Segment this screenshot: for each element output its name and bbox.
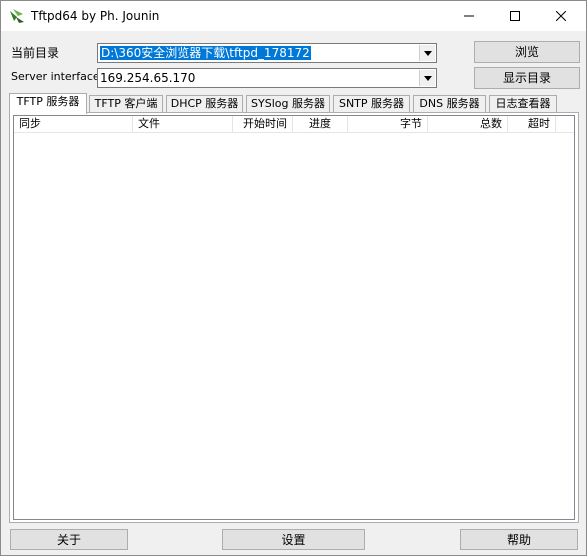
- column-header-total[interactable]: 总数: [428, 116, 508, 133]
- tab-sntp-server[interactable]: SNTP 服务器: [333, 95, 410, 113]
- tab-log-viewer[interactable]: 日志查看器: [489, 95, 557, 113]
- tab-tftp-client[interactable]: TFTP 客户端: [89, 95, 163, 113]
- current-dir-combo[interactable]: D:\360安全浏览器下载\tftpd_178172: [97, 43, 437, 63]
- transfer-list[interactable]: 同步 文件 开始时间 进度 字节 总数 超时: [13, 115, 575, 520]
- server-interface-value: 169.254.65.170: [100, 71, 196, 85]
- tab-tftp-server[interactable]: TFTP 服务器: [9, 93, 87, 114]
- server-interface-label: Server interface: [11, 70, 100, 83]
- list-header: 同步 文件 开始时间 进度 字节 总数 超时: [14, 116, 574, 133]
- maximize-icon: [510, 11, 520, 21]
- tftpd-window: Tftpd64 by Ph. Jounin 当前目录 D:\360安全浏览器下载…: [0, 0, 587, 556]
- column-header-progress[interactable]: 进度: [293, 116, 348, 133]
- tftpd-app-icon: [9, 8, 25, 24]
- maximize-button[interactable]: [492, 1, 538, 31]
- minimize-icon: [464, 15, 474, 17]
- tab-panel: 同步 文件 开始时间 进度 字节 总数 超时: [9, 112, 579, 523]
- column-header-file[interactable]: 文件: [133, 116, 233, 133]
- tab-dhcp-server[interactable]: DHCP 服务器: [166, 95, 243, 113]
- help-button[interactable]: 帮助: [460, 529, 578, 550]
- browse-button[interactable]: 浏览: [474, 41, 580, 63]
- chevron-down-icon[interactable]: [419, 45, 435, 61]
- show-dir-button[interactable]: 显示目录: [474, 67, 580, 89]
- column-header-sync[interactable]: 同步: [14, 116, 133, 133]
- tab-dns-server[interactable]: DNS 服务器: [413, 95, 486, 113]
- title-bar[interactable]: Tftpd64 by Ph. Jounin: [1, 1, 586, 31]
- tab-syslog-server[interactable]: SYSlog 服务器: [246, 95, 330, 113]
- column-header-bytes[interactable]: 字节: [348, 116, 428, 133]
- minimize-button[interactable]: [446, 1, 492, 31]
- column-header-start-time[interactable]: 开始时间: [233, 116, 293, 133]
- close-button[interactable]: [538, 1, 584, 31]
- current-dir-label: 当前目录: [11, 46, 60, 60]
- current-dir-value: D:\360安全浏览器下载\tftpd_178172: [100, 46, 311, 60]
- server-interface-combo[interactable]: 169.254.65.170: [97, 68, 437, 88]
- settings-button[interactable]: 设置: [222, 529, 365, 550]
- window-title: Tftpd64 by Ph. Jounin: [31, 9, 160, 23]
- about-button[interactable]: 关于: [10, 529, 128, 550]
- column-header-timeout[interactable]: 超时: [508, 116, 556, 133]
- close-icon: [556, 11, 566, 21]
- chevron-down-icon[interactable]: [419, 70, 435, 86]
